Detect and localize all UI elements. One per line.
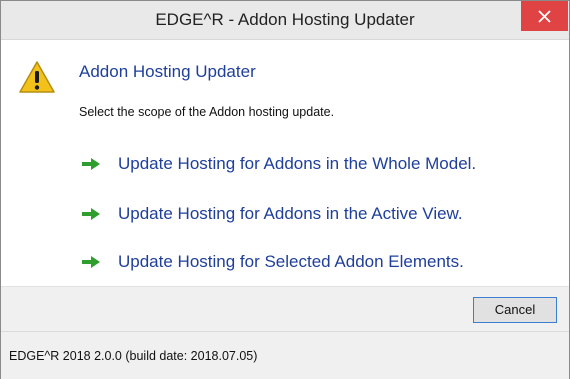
- dialog-content: Addon Hosting Updater Select the scope o…: [1, 40, 569, 286]
- main-instruction: Addon Hosting Updater: [79, 62, 256, 81]
- title-bar[interactable]: EDGE^R - Addon Hosting Updater: [1, 1, 569, 40]
- button-bar: Cancel: [1, 286, 569, 331]
- warning-icon: [19, 61, 55, 93]
- green-arrow-icon: [82, 158, 100, 170]
- command-link-selected-elements[interactable]: Update Hosting for Selected Addon Elemen…: [79, 248, 464, 276]
- content-text: Select the scope of the Addon hosting up…: [79, 105, 335, 119]
- command-link-whole-model[interactable]: Update Hosting for Addons in the Whole M…: [79, 150, 476, 178]
- window-title: EDGE^R - Addon Hosting Updater: [155, 10, 415, 29]
- close-icon: [538, 10, 551, 23]
- green-arrow-icon: [82, 208, 100, 220]
- command-link-label: Update Hosting for Selected Addon Elemen…: [118, 252, 464, 271]
- close-button[interactable]: [521, 1, 568, 31]
- footer: EDGE^R 2018 2.0.0 (build date: 2018.07.0…: [1, 331, 569, 379]
- footer-text: EDGE^R 2018 2.0.0 (build date: 2018.07.0…: [9, 349, 258, 363]
- dialog-window: EDGE^R - Addon Hosting Updater Addon Hos…: [0, 0, 570, 379]
- command-link-active-view[interactable]: Update Hosting for Addons in the Active …: [79, 200, 463, 228]
- command-link-label: Update Hosting for Addons in the Whole M…: [118, 154, 477, 173]
- command-link-label: Update Hosting for Addons in the Active …: [118, 204, 463, 223]
- green-arrow-icon: [82, 256, 100, 268]
- cancel-button[interactable]: Cancel: [473, 297, 557, 323]
